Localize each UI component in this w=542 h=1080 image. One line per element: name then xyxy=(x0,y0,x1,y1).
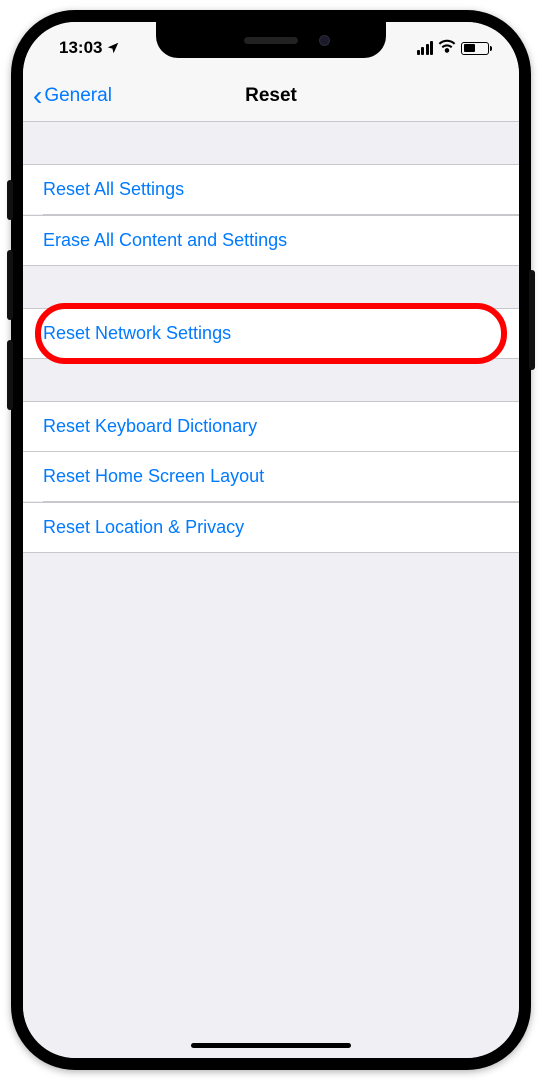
back-label: General xyxy=(44,85,112,107)
home-indicator[interactable] xyxy=(191,1043,351,1048)
clock: 13:03 xyxy=(59,38,102,58)
nav-bar: ‹ General Reset xyxy=(23,70,519,122)
status-right xyxy=(417,39,492,58)
settings-group: Reset All Settings Erase All Content and… xyxy=(23,164,519,266)
location-icon xyxy=(106,41,120,55)
cell-label: Erase All Content and Settings xyxy=(43,230,287,250)
reset-home-screen-layout[interactable]: Reset Home Screen Layout xyxy=(23,451,519,501)
cell-label: Reset All Settings xyxy=(43,179,184,199)
cell-label: Reset Home Screen Layout xyxy=(43,466,264,486)
side-button xyxy=(529,270,535,370)
battery-icon xyxy=(461,42,489,55)
reset-keyboard-dictionary[interactable]: Reset Keyboard Dictionary xyxy=(23,401,519,451)
erase-all-content[interactable]: Erase All Content and Settings xyxy=(23,215,519,266)
page-title: Reset xyxy=(245,85,297,107)
wifi-icon xyxy=(438,39,456,58)
reset-network-settings[interactable]: Reset Network Settings xyxy=(23,308,519,359)
reset-all-settings[interactable]: Reset All Settings xyxy=(23,164,519,214)
notch xyxy=(156,22,386,58)
volume-up-button xyxy=(7,250,13,320)
cellular-icon xyxy=(417,41,434,55)
settings-group: Reset Keyboard Dictionary Reset Home Scr… xyxy=(23,401,519,553)
settings-group: Reset Network Settings xyxy=(23,308,519,359)
screen: 13:03 ‹ General xyxy=(23,22,519,1058)
phone-frame: 13:03 ‹ General xyxy=(11,10,531,1070)
content: Reset All Settings Erase All Content and… xyxy=(23,122,519,1058)
mute-switch xyxy=(7,180,13,220)
cell-label: Reset Location & Privacy xyxy=(43,517,244,537)
status-left: 13:03 xyxy=(51,38,120,58)
cell-label: Reset Keyboard Dictionary xyxy=(43,416,257,436)
cell-label: Reset Network Settings xyxy=(43,323,231,343)
volume-down-button xyxy=(7,340,13,410)
reset-location-privacy[interactable]: Reset Location & Privacy xyxy=(23,502,519,553)
speaker xyxy=(244,37,298,44)
back-button[interactable]: ‹ General xyxy=(33,85,112,107)
front-camera xyxy=(319,35,330,46)
